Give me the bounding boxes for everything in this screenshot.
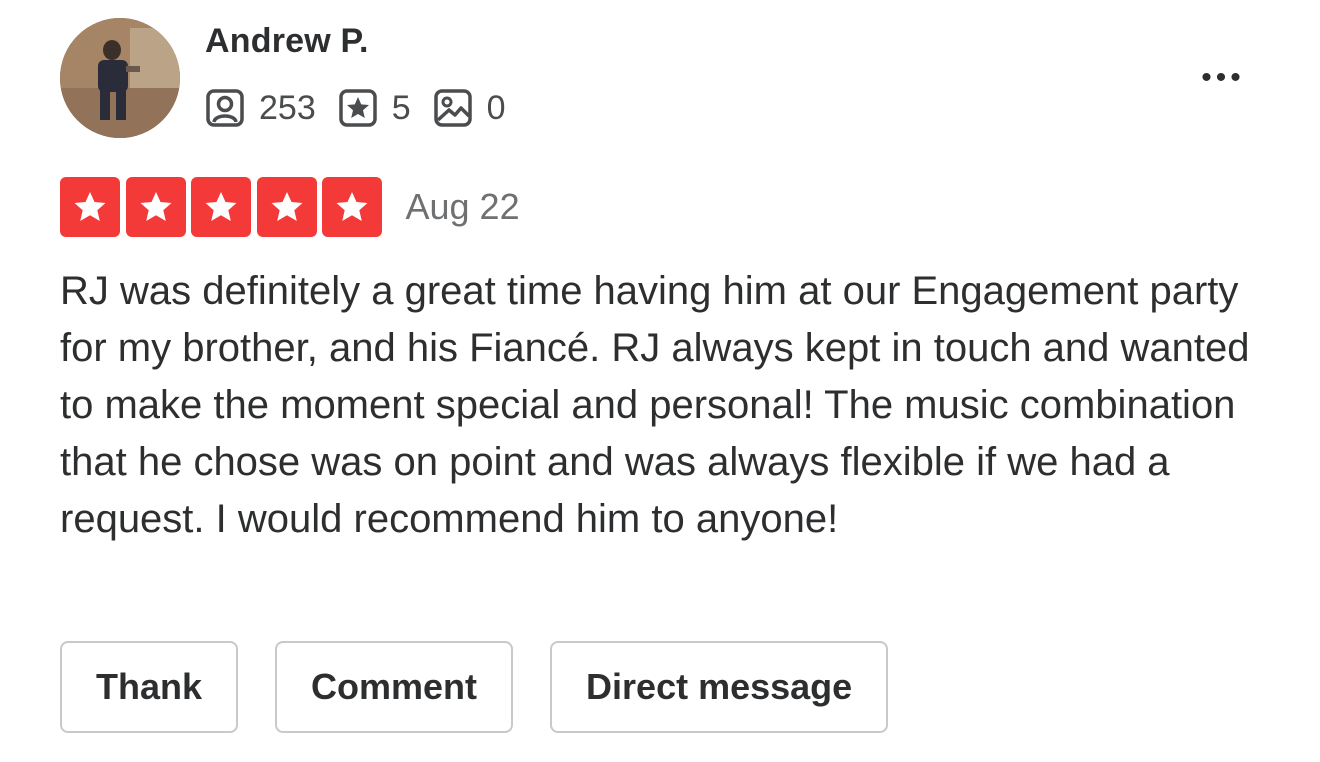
- review-rating-row: Aug 22: [60, 177, 520, 237]
- avatar-photo: [60, 18, 180, 138]
- photos-count-value: 0: [486, 89, 506, 127]
- rating-star-5: [322, 177, 382, 237]
- more-options-icon: •••: [1201, 61, 1245, 94]
- review-card: Andrew P. 253 5 0 ••• Aug 22 RJ was defi…: [0, 0, 1320, 762]
- friends-count: 253: [205, 88, 316, 128]
- star-icon: [74, 192, 106, 221]
- comment-button[interactable]: Comment: [275, 641, 514, 733]
- friends-count-value: 253: [259, 89, 316, 127]
- rating-star-1: [60, 177, 120, 237]
- rating-star-3: [191, 177, 251, 237]
- star-rating: [60, 177, 388, 237]
- friends-icon: [205, 88, 245, 128]
- more-options-button[interactable]: •••: [1188, 60, 1258, 96]
- star-icon: [205, 192, 237, 221]
- reviewer-stats: 253 5 0: [205, 86, 528, 130]
- star-icon: [336, 192, 368, 221]
- photos-icon: [433, 88, 473, 128]
- rating-star-2: [125, 177, 186, 237]
- review-date: Aug 22: [405, 186, 520, 227]
- rating-star-4: [256, 177, 317, 237]
- reviews-count: 5: [338, 88, 411, 128]
- reviews-count-value: 5: [391, 89, 411, 127]
- star-icon: [271, 192, 302, 221]
- review-actions: Thank Comment Direct message: [60, 641, 925, 733]
- direct-message-button[interactable]: Direct message: [550, 641, 889, 733]
- thank-button[interactable]: Thank: [60, 641, 239, 733]
- reviews-star-icon: [338, 88, 378, 128]
- avatar[interactable]: [60, 18, 180, 138]
- review-text: RJ was definitely a great time having hi…: [60, 269, 1250, 541]
- reviewer-name[interactable]: Andrew P.: [205, 22, 369, 61]
- photos-count: 0: [433, 88, 506, 128]
- star-icon: [140, 192, 171, 221]
